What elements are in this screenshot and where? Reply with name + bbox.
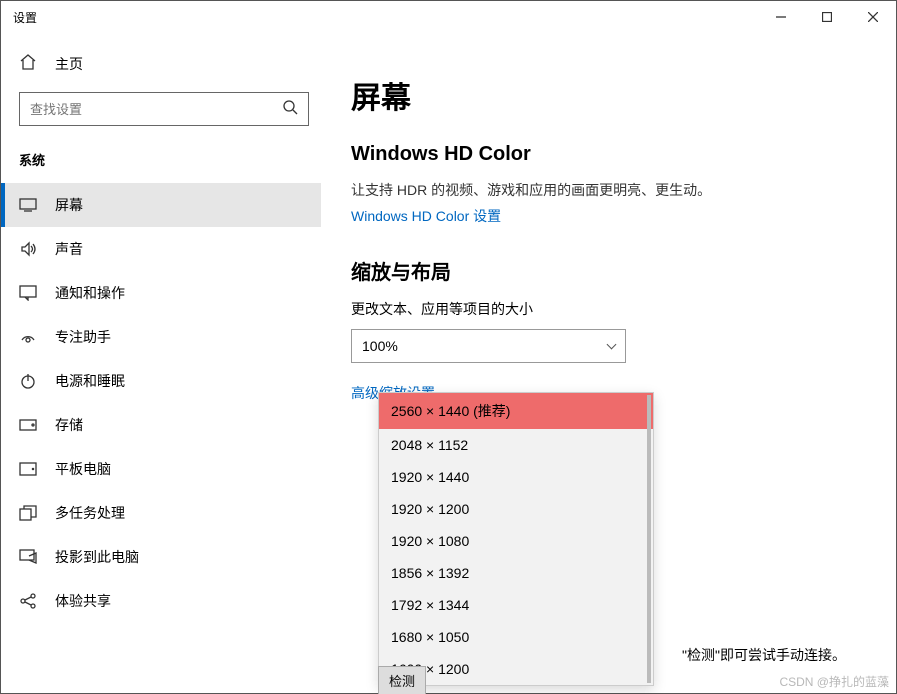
nav-label: 平板电脑 bbox=[55, 459, 111, 479]
scale-label: 更改文本、应用等项目的大小 bbox=[351, 299, 866, 319]
nav-storage[interactable]: 存储 bbox=[1, 403, 321, 447]
search-input[interactable] bbox=[30, 102, 282, 117]
search-box[interactable] bbox=[19, 92, 309, 126]
hdcolor-link[interactable]: Windows HD Color 设置 bbox=[351, 206, 866, 226]
scale-heading: 缩放与布局 bbox=[351, 256, 866, 285]
resolution-option[interactable]: 1920 × 1440 bbox=[379, 461, 653, 493]
sidebar: 主页 系统 屏幕 声音 通知和操作 bbox=[1, 33, 321, 693]
resolution-option[interactable]: 1856 × 1392 bbox=[379, 557, 653, 589]
power-icon bbox=[19, 372, 37, 390]
home-label: 主页 bbox=[55, 54, 83, 74]
nav-focus-assist[interactable]: 专注助手 bbox=[1, 315, 321, 359]
nav-label: 通知和操作 bbox=[55, 283, 125, 303]
titlebar: 设置 bbox=[1, 1, 896, 33]
shared-icon bbox=[19, 592, 37, 610]
scale-combobox[interactable]: 100% bbox=[351, 329, 626, 363]
multitasking-icon bbox=[19, 504, 37, 522]
nav-label: 屏幕 bbox=[55, 195, 83, 215]
nav-label: 体验共享 bbox=[55, 591, 111, 611]
nav-label: 声音 bbox=[55, 239, 83, 259]
nav-label: 投影到此电脑 bbox=[55, 547, 139, 567]
scale-value: 100% bbox=[362, 338, 398, 354]
home-icon bbox=[19, 53, 37, 74]
nav-notifications[interactable]: 通知和操作 bbox=[1, 271, 321, 315]
tablet-icon bbox=[19, 460, 37, 478]
page-title: 屏幕 bbox=[351, 73, 866, 117]
nav-label: 专注助手 bbox=[55, 327, 111, 347]
home-nav[interactable]: 主页 bbox=[1, 43, 321, 84]
minimize-button[interactable] bbox=[758, 1, 804, 33]
chevron-down-icon bbox=[607, 340, 617, 350]
search-icon bbox=[282, 99, 298, 120]
nav-label: 电源和睡眠 bbox=[55, 371, 125, 391]
nav-shared-exp[interactable]: 体验共享 bbox=[1, 579, 321, 623]
notifications-icon bbox=[19, 284, 37, 302]
detect-button[interactable]: 检测 bbox=[378, 666, 426, 694]
resolution-option[interactable]: 2560 × 1440 (推荐) bbox=[379, 393, 653, 429]
nav-power-sleep[interactable]: 电源和睡眠 bbox=[1, 359, 321, 403]
detect-hint: "检测"即可尝试手动连接。 bbox=[682, 645, 846, 665]
resolution-option[interactable]: 1792 × 1344 bbox=[379, 589, 653, 621]
resolution-dropdown[interactable]: 2560 × 1440 (推荐) 2048 × 1152 1920 × 1440… bbox=[378, 392, 654, 686]
storage-icon bbox=[19, 416, 37, 434]
close-button[interactable] bbox=[850, 1, 896, 33]
nav-display[interactable]: 屏幕 bbox=[1, 183, 321, 227]
nav-sound[interactable]: 声音 bbox=[1, 227, 321, 271]
project-icon bbox=[19, 548, 37, 566]
section-label: 系统 bbox=[1, 140, 321, 183]
nav-project[interactable]: 投影到此电脑 bbox=[1, 535, 321, 579]
nav-label: 多任务处理 bbox=[55, 503, 125, 523]
hdcolor-desc: 让支持 HDR 的视频、游戏和应用的画面更明亮、更生动。 bbox=[351, 180, 866, 200]
nav-label: 存储 bbox=[55, 415, 83, 435]
watermark: CSDN @挣扎的蓝藻 bbox=[779, 673, 889, 690]
resolution-option[interactable]: 1920 × 1080 bbox=[379, 525, 653, 557]
maximize-button[interactable] bbox=[804, 1, 850, 33]
nav-tablet[interactable]: 平板电脑 bbox=[1, 447, 321, 491]
hdcolor-heading: Windows HD Color bbox=[351, 143, 866, 166]
nav-multitasking[interactable]: 多任务处理 bbox=[1, 491, 321, 535]
resolution-option[interactable]: 1920 × 1200 bbox=[379, 493, 653, 525]
resolution-option[interactable]: 2048 × 1152 bbox=[379, 429, 653, 461]
dropdown-scrollbar[interactable] bbox=[647, 395, 651, 683]
focus-assist-icon bbox=[19, 328, 37, 346]
resolution-option[interactable]: 1680 × 1050 bbox=[379, 621, 653, 653]
window-title: 设置 bbox=[13, 9, 758, 26]
display-icon bbox=[19, 196, 37, 214]
sound-icon bbox=[19, 240, 37, 258]
